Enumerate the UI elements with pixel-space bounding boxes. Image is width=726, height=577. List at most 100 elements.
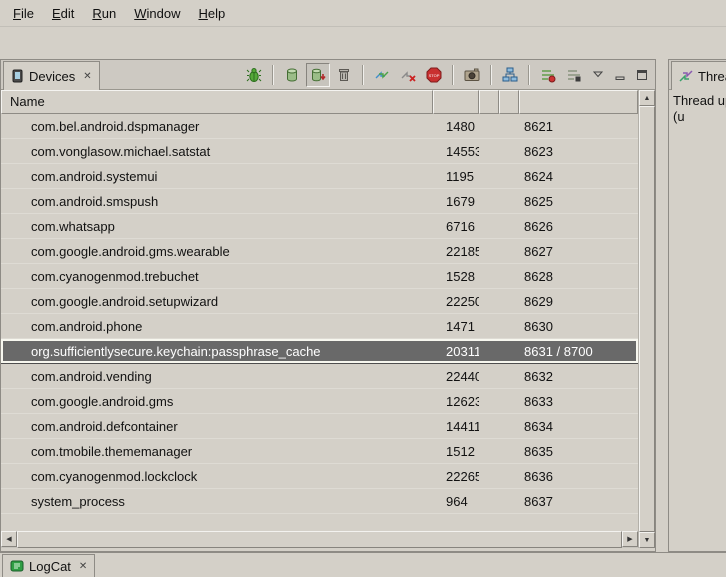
update-threads-icon[interactable] (370, 63, 394, 87)
vertical-scrollbar[interactable]: ▲ ▼ (638, 90, 655, 548)
stop-process-icon[interactable]: STOP (422, 63, 446, 87)
column-header-status2[interactable] (499, 90, 519, 114)
cause-gc-icon[interactable] (332, 63, 356, 87)
tab-logcat[interactable]: LogCat ✕ (2, 554, 95, 577)
menu-file[interactable]: File (4, 3, 43, 24)
minimize-icon[interactable] (610, 65, 630, 85)
table-row[interactable]: com.cyanogenmod.lockclock 22265 8636 (1, 464, 638, 489)
vertical-scroll-thumb[interactable] (639, 106, 655, 532)
tab-devices[interactable]: Devices ✕ (3, 61, 100, 90)
table-row[interactable]: com.android.vending 22440 8632 (1, 364, 638, 389)
table-row[interactable]: com.google.android.setupwizard 22250 862… (1, 289, 638, 314)
cell-name: com.google.android.gms (1, 394, 433, 409)
stop-method-profiling-icon[interactable] (562, 63, 586, 87)
debug-icon[interactable] (242, 63, 266, 87)
cell-port: 8621 (519, 119, 638, 134)
device-table: Name com.bel.android.dspmanager 1480 862… (1, 90, 655, 551)
device-icon (11, 69, 24, 83)
cell-name: com.vonglasow.michael.satstat (1, 144, 433, 159)
tab-threads-label: Threa (698, 69, 726, 84)
devices-tab-row: Devices ✕ (1, 60, 655, 90)
cell-pid: 1195 (433, 169, 479, 184)
cell-pid: 22250 (433, 294, 479, 309)
cell-name: system_process (1, 494, 433, 509)
logcat-bar: LogCat ✕ (0, 552, 726, 577)
cell-name: com.android.phone (1, 319, 433, 334)
cell-pid: 14553 (433, 144, 479, 159)
stop-thread-updates-icon[interactable] (396, 63, 420, 87)
cell-pid: 22440 (433, 369, 479, 384)
cell-port: 8637 (519, 494, 638, 509)
cell-name: com.google.android.setupwizard (1, 294, 433, 309)
close-icon[interactable]: ✕ (83, 71, 91, 82)
cell-name: com.bel.android.dspmanager (1, 119, 433, 134)
menubar: File Edit Run Window Help (0, 0, 726, 27)
scroll-right-button[interactable]: ▶ (622, 531, 638, 547)
table-row[interactable]: com.android.smspush 1679 8625 (1, 189, 638, 214)
dump-view-hierarchy-icon[interactable] (498, 63, 522, 87)
cell-name: com.google.android.gms.wearable (1, 244, 433, 259)
view-menu-icon[interactable] (588, 65, 608, 85)
cell-name: com.android.vending (1, 369, 433, 384)
cell-pid: 20311 (433, 344, 479, 359)
table-row[interactable]: system_process 964 8637 (1, 489, 638, 514)
menu-edit[interactable]: Edit (43, 3, 83, 24)
column-header-pid[interactable] (433, 90, 479, 114)
main-area: Devices ✕ (0, 59, 726, 552)
column-header-name[interactable]: Name (1, 90, 433, 114)
cell-port: 8632 (519, 369, 638, 384)
table-row[interactable]: com.bel.android.dspmanager 1480 8621 (1, 114, 638, 139)
cell-port: 8628 (519, 269, 638, 284)
ddms-window: File Edit Run Window Help Devices ✕ (0, 0, 726, 577)
column-header-status1[interactable] (479, 90, 499, 114)
cell-pid: 1679 (433, 194, 479, 209)
horizontal-scrollbar[interactable]: ◀ ▶ (1, 531, 638, 548)
scroll-up-button[interactable]: ▲ (639, 90, 655, 106)
table-row[interactable]: com.vonglasow.michael.satstat 14553 8623 (1, 139, 638, 164)
menu-help[interactable]: Help (189, 3, 234, 24)
table-row[interactable]: com.google.android.gms.wearable 22185 86… (1, 239, 638, 264)
toolbar-separator (272, 65, 274, 85)
scroll-left-button[interactable]: ◀ (1, 531, 17, 547)
table-row[interactable]: com.tmobile.thememanager 1512 8635 (1, 439, 638, 464)
horizontal-scroll-thumb[interactable] (17, 531, 622, 548)
cell-name: com.android.systemui (1, 169, 433, 184)
cell-pid: 1480 (433, 119, 479, 134)
menu-window[interactable]: Window (125, 3, 189, 24)
table-row[interactable]: com.cyanogenmod.trebuchet 1528 8628 (1, 264, 638, 289)
table-row[interactable]: com.android.phone 1471 8630 (1, 314, 638, 339)
threads-message-line2: (u (673, 109, 722, 125)
cell-pid: 22185 (433, 244, 479, 259)
dump-hprof-icon[interactable] (306, 63, 330, 87)
cell-name: com.whatsapp (1, 219, 433, 234)
logcat-icon (10, 559, 24, 573)
screen-capture-icon[interactable] (460, 63, 484, 87)
column-header-port[interactable] (519, 90, 638, 114)
table-row[interactable]: com.android.systemui 1195 8624 (1, 164, 638, 189)
close-icon[interactable]: ✕ (79, 561, 87, 572)
cell-name: com.cyanogenmod.lockclock (1, 469, 433, 484)
table-row[interactable]: org.sufficientlysecure.keychain:passphra… (1, 339, 638, 364)
update-heap-icon[interactable] (280, 63, 304, 87)
table-row[interactable]: com.whatsapp 6716 8626 (1, 214, 638, 239)
cell-port: 8626 (519, 219, 638, 234)
menu-run[interactable]: Run (83, 3, 125, 24)
scroll-down-button[interactable]: ▼ (639, 532, 655, 548)
maximize-icon[interactable] (632, 65, 652, 85)
cell-port: 8635 (519, 444, 638, 459)
table-row[interactable]: com.google.android.gms 12623 8633 (1, 389, 638, 414)
cell-port: 8627 (519, 244, 638, 259)
threads-icon (679, 69, 693, 83)
threads-message-line1: Thread up (673, 93, 722, 109)
tab-logcat-label: LogCat (29, 559, 71, 574)
cell-pid: 12623 (433, 394, 479, 409)
devices-panel: Devices ✕ (0, 59, 656, 552)
panel-splitter[interactable] (656, 59, 668, 552)
cell-port: 8631 / 8700 (519, 344, 638, 359)
cell-pid: 1528 (433, 269, 479, 284)
start-method-profiling-icon[interactable] (536, 63, 560, 87)
cell-pid: 1471 (433, 319, 479, 334)
cell-name: com.android.defcontainer (1, 419, 433, 434)
tab-threads[interactable]: Threa (671, 61, 726, 90)
table-row[interactable]: com.android.defcontainer 14411 8634 (1, 414, 638, 439)
